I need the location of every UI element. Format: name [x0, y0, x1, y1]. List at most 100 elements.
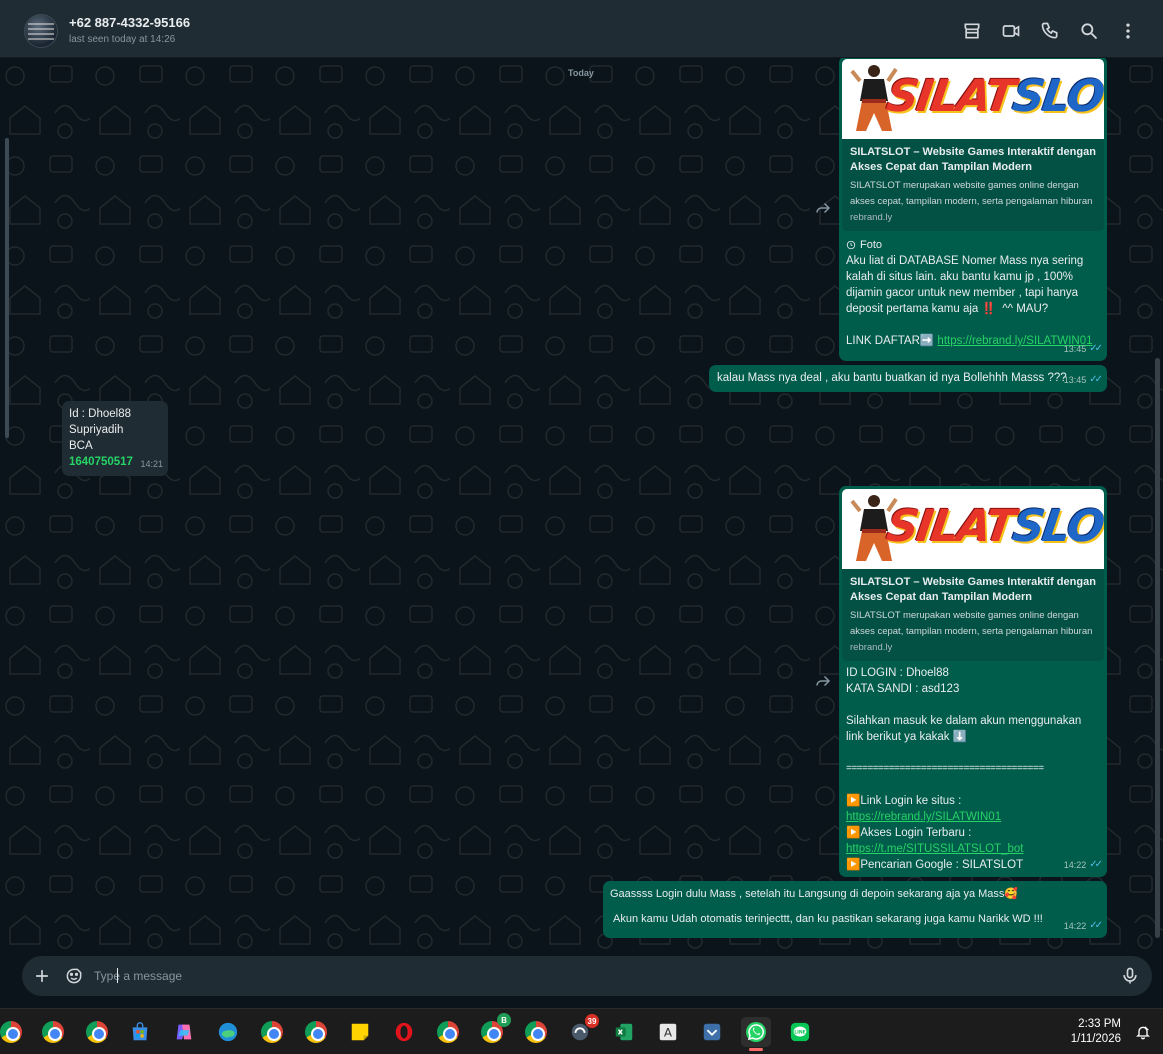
message-bubble-incoming[interactable]: Id : Dhoel88 Supriyadih BCA 1640750517 1…	[62, 401, 168, 476]
notification-badge: 39	[585, 1014, 599, 1028]
preview-host: rebrand.ly	[850, 642, 893, 653]
whatsapp-icon	[746, 1022, 766, 1042]
active-indicator	[749, 1048, 763, 1051]
menu-icon[interactable]	[1108, 19, 1147, 43]
day-separator: Today	[568, 68, 594, 78]
svg-text:A: A	[664, 1026, 673, 1040]
chrome-icon	[86, 1021, 108, 1043]
message-bubble-outgoing[interactable]: SILATSLOT SILATSLOT – Website Games Inte…	[839, 486, 1107, 877]
copilot-icon	[176, 1024, 192, 1040]
taskbar-sticky-notes[interactable]	[345, 1017, 375, 1047]
chat-header: +62 887-4332-95166 last seen today at 14…	[0, 0, 1163, 58]
forward-icon[interactable]	[814, 672, 832, 690]
video-call-icon[interactable]	[991, 19, 1030, 43]
contact-avatar[interactable]	[24, 14, 58, 48]
chat-panel[interactable]: Today SILATSLOT SILATSLOT – Website Game…	[0, 58, 1163, 956]
preview-logo: SILATSLOT	[883, 501, 1104, 552]
message-meta: 14:21	[140, 459, 163, 469]
store-icon	[132, 1022, 148, 1041]
message-meta: 13:45 ✓✓	[1064, 372, 1103, 388]
taskbar-chrome-1[interactable]	[0, 1017, 26, 1047]
link-preview[interactable]: SILATSLOT SILATSLOT – Website Games Inte…	[842, 59, 1104, 231]
notification-bell-icon[interactable]	[1135, 1024, 1151, 1040]
taskbar-chrome-2[interactable]	[38, 1017, 68, 1047]
contact-name[interactable]: +62 887-4332-95166	[69, 15, 190, 30]
edge-icon	[218, 1022, 238, 1042]
message-input[interactable]	[94, 964, 1074, 988]
text-caret	[117, 968, 118, 983]
preview-host: rebrand.ly	[850, 212, 893, 223]
taskbar-archive-app[interactable]	[697, 1017, 727, 1047]
whatsapp-window: +62 887-4332-95166 last seen today at 14…	[0, 0, 1163, 1054]
photo-label: Foto	[839, 231, 1107, 253]
search-icon[interactable]	[1069, 19, 1108, 43]
message-meta: 14:22 ✓✓	[1064, 918, 1103, 934]
taskbar-chrome-3[interactable]	[82, 1017, 112, 1047]
taskbar-chrome-7[interactable]: B	[477, 1013, 511, 1047]
preview-title: SILATSLOT – Website Games Interaktif den…	[850, 146, 1096, 173]
double-check-icon: ✓✓	[1089, 343, 1103, 354]
archive-app-icon	[703, 1023, 721, 1041]
taskbar-font-app[interactable]: A	[653, 1017, 683, 1047]
taskbar-app-notifications[interactable]: 39	[565, 1014, 599, 1047]
chrome-icon	[42, 1021, 64, 1043]
opera-icon	[395, 1022, 413, 1042]
chrome-icon	[0, 1021, 22, 1043]
taskbar-store[interactable]	[125, 1017, 155, 1047]
taskbar-opera[interactable]	[389, 1017, 419, 1047]
system-clock[interactable]: 2:33 PM 1/11/2026	[1071, 1017, 1121, 1047]
preview-title: SILATSLOT – Website Games Interaktif den…	[850, 576, 1096, 603]
login-link[interactable]: https://rebrand.ly/SILATWIN01	[846, 809, 1100, 825]
preview-description: SILATSLOT merupakan website games online…	[850, 180, 1093, 207]
svg-text:LINE: LINE	[794, 1029, 806, 1035]
message-bubble-outgoing[interactable]: SILATSLOT SILATSLOT – Website Games Inte…	[839, 58, 1107, 361]
message-text: ID LOGIN : Dhoel88 KATA SANDI : asd123 S…	[839, 661, 1107, 873]
taskbar-copilot[interactable]	[169, 1017, 199, 1047]
message-bubble-outgoing[interactable]: Gaassss Login dulu Mass , setelah itu La…	[603, 881, 1107, 938]
preview-image: SILATSLOT	[842, 59, 1104, 139]
preview-image: SILATSLOT	[842, 489, 1104, 569]
voice-call-icon[interactable]	[1030, 19, 1069, 43]
message-meta: 14:22 ✓✓	[1064, 857, 1103, 873]
taskbar-edge[interactable]	[213, 1017, 243, 1047]
microphone-icon[interactable]	[1120, 966, 1140, 986]
composer-box	[22, 956, 1152, 996]
profile-badge: B	[497, 1013, 511, 1027]
taskbar-chrome-5[interactable]	[301, 1017, 331, 1047]
scrollbar-left[interactable]	[5, 138, 9, 438]
scrollbar-right[interactable]	[1155, 358, 1160, 938]
taskbar-excel[interactable]	[609, 1017, 639, 1047]
shop-icon[interactable]	[952, 19, 991, 43]
attach-plus-icon[interactable]	[32, 966, 52, 986]
message-meta: 13:45 ✓✓	[1064, 341, 1103, 357]
message-bubble-outgoing[interactable]: kalau Mass nya deal , aku bantu buatkan …	[709, 365, 1107, 392]
taskbar-chrome-6[interactable]	[433, 1017, 463, 1047]
clock-icon	[846, 240, 856, 250]
sticky-notes-icon	[351, 1023, 369, 1041]
message-text: Gaassss Login dulu Mass , setelah itu La…	[610, 888, 1043, 925]
taskbar-chrome-8[interactable]	[521, 1017, 551, 1047]
windows-taskbar: B 39 A LINE 2:33 PM 1/11/2026	[0, 1008, 1163, 1054]
double-check-icon: ✓✓	[1089, 374, 1103, 385]
sticker-icon[interactable]	[64, 966, 84, 986]
message-text: kalau Mass nya deal , aku bantu buatkan …	[717, 372, 1067, 384]
chrome-icon	[525, 1021, 547, 1043]
taskbar-whatsapp[interactable]	[741, 1017, 771, 1051]
taskbar-chrome-4[interactable]	[257, 1017, 287, 1047]
header-actions	[952, 19, 1147, 43]
forward-icon[interactable]	[814, 199, 832, 217]
link-preview[interactable]: SILATSLOT SILATSLOT – Website Games Inte…	[842, 489, 1104, 661]
excel-icon	[615, 1023, 633, 1041]
chrome-icon	[437, 1021, 459, 1043]
line-icon: LINE	[790, 1022, 810, 1042]
telegram-link[interactable]: https://t.me/SITUSSILATSLOT_bot	[846, 841, 1100, 857]
preview-logo: SILATSLOT	[883, 71, 1104, 122]
double-check-icon: ✓✓	[1089, 859, 1103, 870]
preview-description: SILATSLOT merupakan website games online…	[850, 610, 1093, 637]
message-composer	[0, 956, 1163, 1008]
chrome-icon	[305, 1021, 327, 1043]
contact-status: last seen today at 14:26	[69, 34, 176, 45]
font-viewer-icon: A	[659, 1023, 677, 1041]
double-check-icon: ✓✓	[1089, 920, 1103, 931]
taskbar-line[interactable]: LINE	[785, 1017, 815, 1047]
